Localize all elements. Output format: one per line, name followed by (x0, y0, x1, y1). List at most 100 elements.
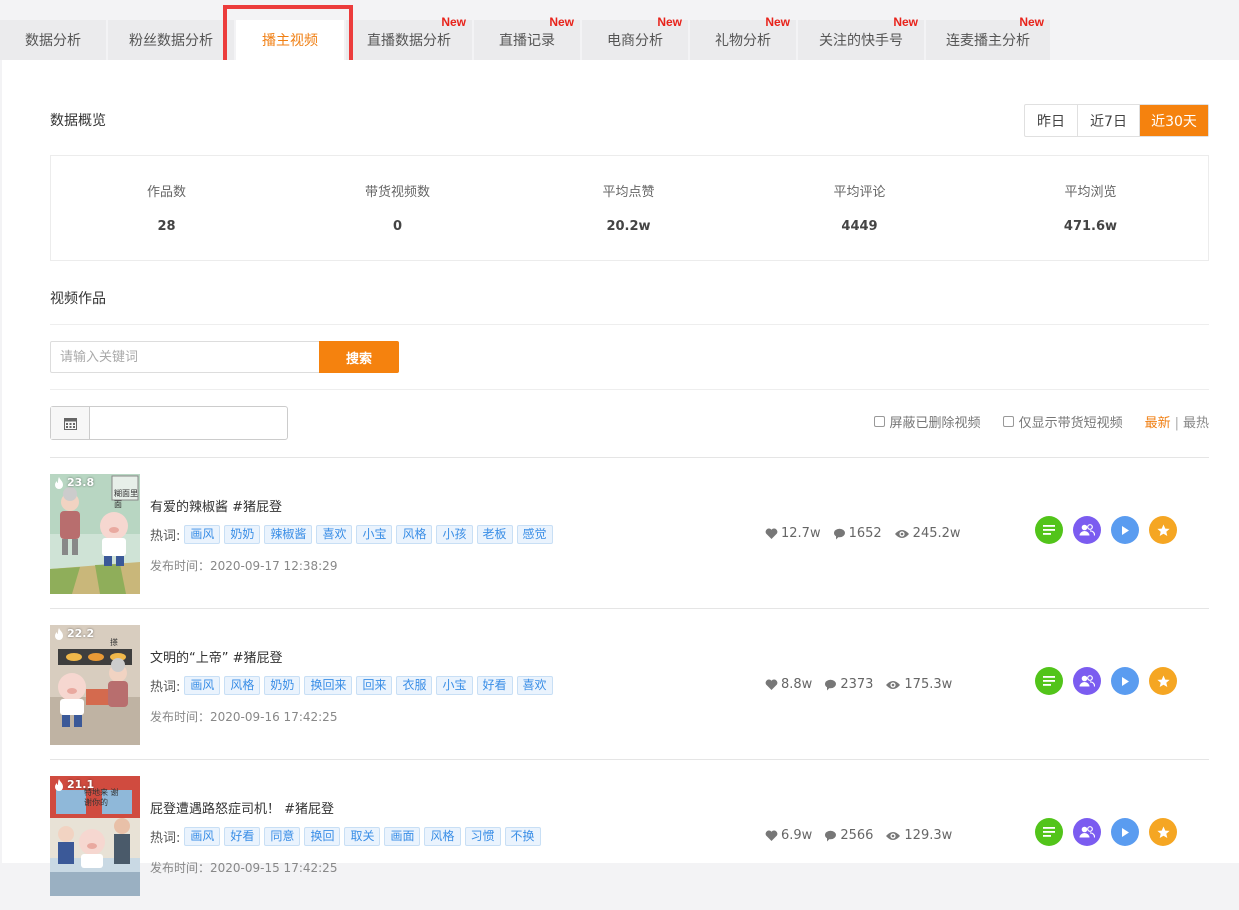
hot-word-tag[interactable]: 取关 (344, 827, 381, 846)
audience-icon[interactable] (1073, 516, 1101, 544)
star-icon[interactable] (1149, 818, 1177, 846)
hot-word-tag[interactable]: 老板 (476, 525, 513, 544)
hot-word-tag[interactable]: 风格 (396, 525, 433, 544)
audience-icon[interactable] (1073, 667, 1101, 695)
calendar-icon[interactable] (51, 407, 90, 439)
views-metric: 245.2w (894, 526, 961, 541)
video-thumbnail[interactable]: 搽 22.2 (50, 625, 140, 745)
checkbox[interactable] (873, 416, 885, 427)
hot-word-tag[interactable]: 辣椒酱 (264, 525, 313, 544)
range-7-days[interactable]: 近7日 (1077, 105, 1139, 136)
hot-word-tag[interactable]: 同意 (264, 827, 301, 846)
audience-icon[interactable] (1073, 818, 1101, 846)
comments-value: 2373 (840, 677, 874, 692)
overview-title: 数据概览 (50, 113, 106, 129)
views-value: 175.3w (904, 677, 953, 692)
video-thumbnail[interactable]: 糊面里面 23.8 (50, 474, 140, 594)
hot-word-tag[interactable]: 小孩 (436, 525, 473, 544)
heat-badge: 21.1 (54, 778, 94, 791)
likes-metric: 12.7w (765, 526, 821, 541)
hot-word-tag[interactable]: 画风 (184, 525, 221, 544)
video-title[interactable]: 有爱的辣椒酱 #猪屁登 (150, 496, 282, 515)
new-badge: New (765, 15, 790, 29)
checkbox[interactable] (1002, 416, 1014, 427)
hot-word-tag[interactable]: 画风 (184, 676, 221, 695)
filter-label: 屏蔽已删除视频 (889, 416, 981, 431)
video-thumbnail[interactable]: 特地来 谢谢你的 21.1 (50, 776, 140, 896)
hot-word-tag[interactable]: 好看 (476, 676, 513, 695)
star-icon[interactable] (1149, 516, 1177, 544)
tab-live-records[interactable]: 直播记录 New (474, 15, 580, 60)
video-metrics: 8.8w 2373 175.3w (765, 677, 964, 692)
hot-word-tag[interactable]: 小宝 (436, 676, 473, 695)
sort-hottest[interactable]: 最热 (1183, 416, 1209, 431)
views-value: 245.2w (912, 526, 961, 541)
hot-word-tag[interactable]: 喜欢 (516, 676, 553, 695)
heat-badge: 23.8 (54, 476, 94, 489)
divider (50, 324, 1209, 325)
likes-metric: 6.9w (765, 828, 812, 843)
date-picker[interactable] (50, 406, 288, 440)
divider (50, 389, 1209, 390)
hot-word-tag[interactable]: 风格 (424, 827, 461, 846)
hot-word-tag[interactable]: 奶奶 (264, 676, 301, 695)
video-metrics: 12.7w 1652 245.2w (765, 526, 973, 541)
tab-followed-accounts[interactable]: 关注的快手号 New (798, 15, 924, 60)
hot-word-tag[interactable]: 奶奶 (224, 525, 261, 544)
hot-word-tag[interactable]: 换回来 (304, 676, 353, 695)
stat-avg-likes: 平均点赞 20.2w (513, 156, 744, 234)
flame-icon (55, 627, 63, 640)
filter-hide-deleted[interactable]: 屏蔽已删除视频 (873, 412, 981, 431)
hot-word-tag[interactable]: 风格 (224, 676, 261, 695)
tab-fans-analysis[interactable]: 粉丝数据分析 (108, 20, 234, 60)
detail-list-icon[interactable] (1035, 818, 1063, 846)
search-input[interactable] (50, 341, 320, 373)
hot-word-tag[interactable]: 小宝 (356, 525, 393, 544)
stat-label: 带货视频数 (364, 185, 430, 200)
tab-data-analysis[interactable]: 数据分析 (0, 20, 106, 60)
hot-word-tag[interactable]: 换回 (304, 827, 341, 846)
hot-words-label: 热词: (150, 529, 181, 544)
hot-word-tag[interactable]: 衣服 (396, 676, 433, 695)
tab-live-analysis[interactable]: 直播数据分析 New (346, 15, 472, 60)
comments-metric: 2373 (824, 677, 873, 692)
hot-word-tag[interactable]: 习惯 (464, 827, 501, 846)
hot-word-tag[interactable]: 好看 (224, 827, 261, 846)
play-icon[interactable] (1111, 667, 1139, 695)
tab-label: 礼物分析 (715, 33, 771, 49)
stats-card: 作品数 28 带货视频数 0 平均点赞 20.2w 平均评论 4449 平均浏览 471.… (50, 155, 1209, 261)
search-button[interactable]: 搜索 (319, 341, 399, 373)
range-30-days[interactable]: 近30天 (1139, 105, 1208, 136)
play-icon[interactable] (1111, 818, 1139, 846)
stat-value: 0 (392, 219, 403, 234)
hot-word-tag[interactable]: 画面 (384, 827, 421, 846)
hot-word-tag[interactable]: 喜欢 (316, 525, 353, 544)
range-yesterday[interactable]: 昨日 (1025, 105, 1077, 136)
filter-label: 仅显示带货短视频 (1018, 416, 1123, 431)
stat-label: 平均评论 (833, 185, 886, 200)
video-title[interactable]: 文明的“上帝” #猪屁登 (150, 647, 283, 666)
video-actions (1035, 818, 1187, 846)
new-badge: New (1019, 15, 1044, 29)
tab-gifts[interactable]: 礼物分析 New (690, 15, 796, 60)
video-row: 搽 22.2 文明的“上帝” #猪屁登 热词: 画风 风格 奶奶 换回来 回来 … (50, 608, 1209, 759)
star-icon[interactable] (1149, 667, 1177, 695)
tab-streamer-videos[interactable]: 播主视频 (236, 20, 344, 60)
hot-word-tag[interactable]: 回来 (356, 676, 393, 695)
comments-metric: 1652 (833, 526, 882, 541)
sort-newest[interactable]: 最新 (1145, 416, 1171, 431)
tab-bar: 数据分析 粉丝数据分析 播主视频 直播数据分析 New 直播记录 New 电商分析 N… (0, 0, 1239, 60)
filter-only-goods[interactable]: 仅显示带货短视频 (1002, 412, 1123, 431)
tab-ecommerce[interactable]: 电商分析 New (582, 15, 688, 60)
video-title[interactable]: 屁登遭遇路怒症司机！ #猪屁登 (150, 798, 334, 817)
hot-word-tag[interactable]: 感觉 (516, 525, 553, 544)
detail-list-icon[interactable] (1035, 667, 1063, 695)
video-row: 特地来 谢谢你的 21.1 屁登遭遇路怒症司机！ #猪屁登 热词: 画风 好看 … (50, 759, 1209, 910)
hot-word-tag[interactable]: 不换 (504, 827, 541, 846)
hot-word-tag[interactable]: 画风 (184, 827, 221, 846)
play-icon[interactable] (1111, 516, 1139, 544)
views-metric: 129.3w (885, 828, 952, 843)
detail-list-icon[interactable] (1035, 516, 1063, 544)
heat-value: 23.8 (67, 476, 95, 489)
tab-co-streamer[interactable]: 连麦播主分析 New (926, 15, 1050, 60)
